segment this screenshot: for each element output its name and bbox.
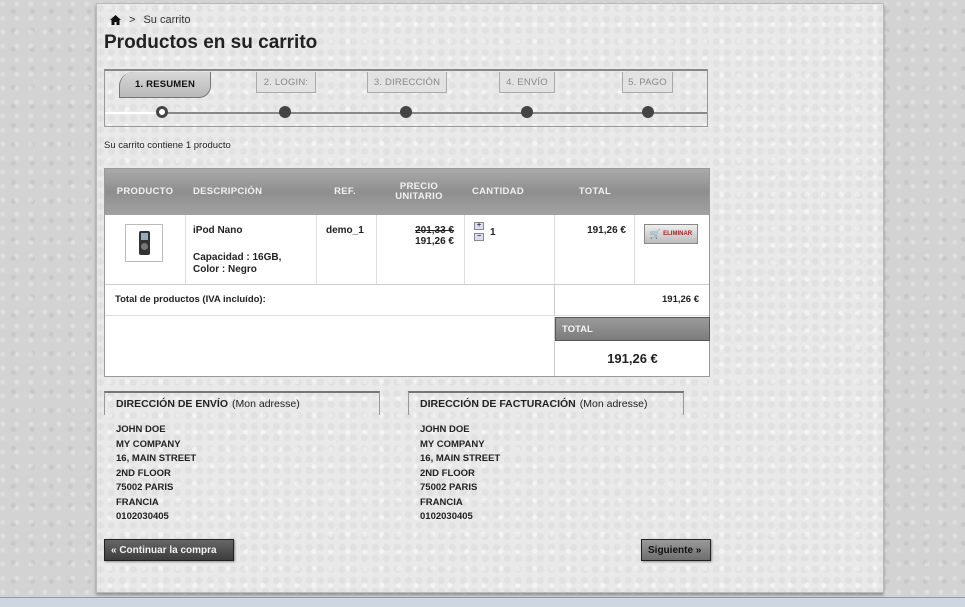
next-button[interactable]: Siguiente »	[641, 539, 711, 561]
header-unit-price-line2: UNITARIO	[395, 191, 443, 202]
product-image-cell	[105, 215, 186, 284]
step-payment[interactable]: 5. PAGO	[622, 72, 673, 93]
shipping-address: DIRECCIÓN DE ENVÍO (Mon adresse) JOHN DO…	[104, 391, 380, 525]
quantity-value: 1	[490, 227, 496, 238]
step-dot	[279, 106, 291, 118]
row-total-cell: 191,26 €	[554, 215, 635, 284]
step-dot	[400, 106, 412, 118]
breadcrumb-separator: >	[129, 14, 136, 26]
address-line: 75002 PARIS	[420, 482, 478, 493]
step-shipping[interactable]: 4. ENVÍO	[499, 72, 555, 93]
address-line: FRANCIA	[420, 496, 463, 508]
old-price: 201,33 €	[415, 225, 454, 236]
page-container: > Su carrito Productos en su carrito 1. …	[96, 3, 884, 593]
ipod-icon	[138, 231, 150, 255]
product-ref: demo_1	[326, 225, 364, 236]
subtotal-label: Total de productos (IVA incluído):	[115, 294, 266, 305]
billing-address-header: DIRECCIÓN DE FACTURACIÓN (Mon adresse)	[408, 391, 684, 415]
address-line: FRANCIA	[116, 496, 159, 508]
address-line: MY COMPANY	[420, 438, 485, 450]
product-name[interactable]: iPod Nano	[193, 225, 242, 236]
product-attributes: Capacidad : 16GB, Color : Negro	[193, 252, 282, 275]
subtotal-value: 191,26 €	[662, 294, 699, 305]
quantity-increase-button[interactable]: +	[474, 222, 484, 230]
subtotal-divider	[554, 285, 555, 315]
product-ref-cell: demo_1	[316, 215, 377, 284]
breadcrumb: > Su carrito	[110, 14, 191, 26]
header-total: TOTAL	[578, 186, 612, 197]
shipping-address-header: DIRECCIÓN DE ENVÍO (Mon adresse)	[104, 391, 380, 415]
address-line: 2ND FLOOR	[420, 467, 475, 479]
header-product: PRODUCTO	[116, 186, 174, 197]
address-line: JOHN DOE	[420, 424, 470, 435]
header-unit-price: PRECIO UNITARIO	[375, 169, 463, 215]
delete-label: ELIMINAR	[663, 231, 693, 237]
address-line: 16, MAIN STREET	[420, 453, 501, 464]
header-description: DESCRIPCIÓN	[193, 186, 263, 197]
address-line: JOHN DOE	[116, 424, 166, 435]
cart-summary-text: Su carrito contiene 1 producto	[104, 140, 231, 151]
quantity-stepper: + −	[474, 222, 484, 241]
address-line: 0102030405	[420, 511, 473, 522]
unit-price-cell: 201,33 € 191,26 €	[376, 215, 465, 284]
quantity-decrease-button[interactable]: −	[474, 233, 484, 241]
delete-cell: 🛒 ELIMINAR	[634, 215, 709, 284]
address-line: 75002 PARIS	[116, 482, 174, 493]
home-icon[interactable]	[110, 15, 121, 25]
shipping-address-title: DIRECCIÓN DE ENVÍO	[116, 398, 229, 410]
unit-price: 191,26 €	[415, 236, 454, 247]
total-label: TOTAL	[555, 317, 710, 341]
header-ref: REF.	[334, 186, 356, 197]
continue-shopping-button[interactable]: « Continuar la compra	[104, 539, 234, 561]
address-line: 2ND FLOOR	[116, 467, 171, 479]
step-dot-current	[156, 106, 168, 118]
total-box: TOTAL 191,26 €	[554, 317, 710, 376]
cart-table-header: PRODUCTO DESCRIPCIÓN REF. PRECIO UNITARI…	[105, 169, 709, 215]
checkout-steps: 1. RESUMEN 2. LOGIN: 3. DIRECCIÓN 4. ENV…	[104, 69, 708, 127]
billing-address-alias: (Mon adresse)	[579, 398, 648, 410]
step-summary[interactable]: 1. RESUMEN	[119, 72, 211, 98]
quantity-cell: + − 1	[464, 215, 555, 284]
billing-address-lines: JOHN DOE MY COMPANY 16, MAIN STREET 2ND …	[408, 423, 684, 525]
product-thumbnail[interactable]	[125, 224, 163, 262]
address-line: 0102030405	[116, 511, 169, 522]
subtotal-row: Total de productos (IVA incluído): 191,2…	[105, 285, 709, 316]
billing-address: DIRECCIÓN DE FACTURACIÓN (Mon adresse) J…	[408, 391, 684, 525]
total-value: 191,26 €	[607, 351, 658, 366]
step-dot	[642, 106, 654, 118]
step-dot	[521, 106, 533, 118]
cart-icon: 🛒	[649, 228, 662, 239]
address-line: 16, MAIN STREET	[116, 453, 197, 464]
breadcrumb-current: Su carrito	[143, 14, 191, 26]
delete-button[interactable]: 🛒 ELIMINAR	[644, 224, 698, 244]
row-total: 191,26 €	[587, 225, 626, 236]
page-title: Productos en su carrito	[104, 32, 318, 53]
header-quantity: CANTIDAD	[471, 186, 524, 197]
billing-address-title: DIRECCIÓN DE FACTURACIÓN	[420, 398, 576, 410]
shipping-address-alias: (Mon adresse)	[232, 398, 300, 410]
address-line: MY COMPANY	[116, 438, 181, 450]
table-row: iPod Nano Capacidad : 16GB, Color : Negr…	[105, 215, 709, 285]
step-address[interactable]: 3. DIRECCIÓN	[367, 72, 447, 93]
step-login[interactable]: 2. LOGIN:	[256, 72, 316, 93]
cart-table: PRODUCTO DESCRIPCIÓN REF. PRECIO UNITARI…	[104, 168, 710, 377]
shipping-address-lines: JOHN DOE MY COMPANY 16, MAIN STREET 2ND …	[104, 423, 380, 525]
product-description-cell: iPod Nano Capacidad : 16GB, Color : Negr…	[185, 215, 317, 284]
